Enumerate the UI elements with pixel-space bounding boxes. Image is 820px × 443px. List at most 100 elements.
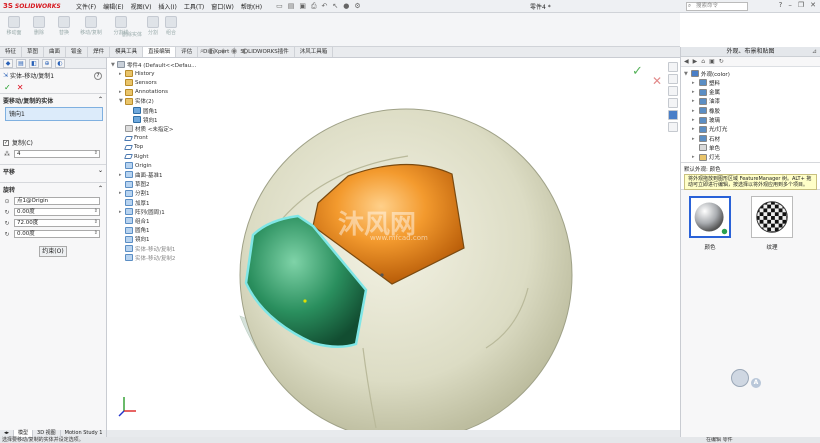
section-header[interactable]: 旋转 ⌃: [3, 185, 103, 194]
y-rotation-field[interactable]: 72.00度 ⇕: [14, 219, 100, 227]
options-icon[interactable]: ⚙: [354, 2, 360, 11]
section-view-icon[interactable]: ◧: [209, 47, 216, 56]
tab-sketch[interactable]: 草图: [22, 47, 45, 57]
tree-node[interactable]: 材质 <未指定>: [119, 124, 173, 133]
tab-weldments[interactable]: 焊件: [88, 47, 111, 57]
tree-node[interactable]: ▼ 零件4 (Default<<Defau...: [111, 60, 196, 69]
appearance-folder[interactable]: ▸ 灯光: [692, 153, 720, 162]
select-icon[interactable]: ↖: [332, 2, 338, 11]
appearance-folder[interactable]: 单色: [692, 143, 720, 152]
tab-evaluate[interactable]: 评估: [176, 47, 199, 57]
tree-node[interactable]: 组合1: [119, 216, 150, 225]
tree-node[interactable]: 实体-移动/复制2: [119, 253, 175, 262]
help-icon[interactable]: ?: [94, 72, 102, 80]
display-style-icon[interactable]: ◉: [231, 47, 237, 56]
spinner-icon[interactable]: ⇕: [94, 150, 98, 156]
tree-node[interactable]: Sensors: [119, 78, 157, 87]
tab-features[interactable]: 特征: [0, 47, 23, 57]
pin-icon[interactable]: ⊿: [812, 47, 817, 56]
tab-model[interactable]: 模型: [14, 430, 34, 437]
ok-button[interactable]: ✓: [4, 83, 11, 92]
menu-help[interactable]: 帮助(H): [241, 2, 262, 11]
expand-arrow-icon[interactable]: ▸: [692, 98, 697, 104]
help-icon[interactable]: ?: [779, 1, 783, 9]
tree-node[interactable]: ▸ 曲面-基准1: [119, 170, 162, 179]
expand-arrow-icon[interactable]: ▼: [684, 71, 689, 77]
section-header[interactable]: 平移 ⌄: [3, 167, 103, 176]
tab-mufeng-toolbox[interactable]: 沐风工具箱: [295, 47, 334, 57]
appearance-folder[interactable]: ▸ 塑料: [692, 78, 720, 87]
cmd-delete[interactable]: 删除: [28, 16, 50, 36]
x-rotation-field[interactable]: 0.00度 ⇕: [14, 208, 100, 216]
save-icon[interactable]: ▣: [299, 2, 306, 11]
tree-node[interactable]: ▼ 实体(2): [119, 97, 154, 106]
tree-node[interactable]: ▸ History: [119, 69, 155, 78]
zoom-fit-icon[interactable]: ⌕: [200, 47, 204, 56]
home-icon[interactable]: ⌂: [701, 58, 705, 65]
expand-arrow-icon[interactable]: ▸: [692, 80, 697, 86]
forward-icon[interactable]: ▶: [693, 58, 698, 65]
collapse-icon[interactable]: ⌃: [98, 96, 103, 105]
confirm-corner-cancel-icon[interactable]: ✕: [652, 74, 662, 88]
expand-arrow-icon[interactable]: ▸: [692, 136, 697, 142]
search-input[interactable]: ⌕ 搜索命令: [686, 2, 748, 11]
view-orientation-icon[interactable]: ◈: [221, 47, 226, 56]
appearance-folder[interactable]: ▸ 油漆: [692, 97, 720, 106]
swatch-texture[interactable]: 纹理: [751, 196, 793, 251]
tab-direct-editing[interactable]: 直接编辑: [143, 47, 177, 57]
print-icon[interactable]: ⎙: [311, 2, 317, 11]
copy-checkbox[interactable]: ✓: [3, 139, 9, 146]
configuration-manager-tab-icon[interactable]: ◧: [29, 59, 39, 68]
cmd-replace[interactable]: 替换: [53, 16, 75, 36]
expand-arrow-icon[interactable]: ▸: [692, 108, 697, 114]
cmd-delete-body[interactable]: 删除实体: [121, 31, 143, 38]
rotate-reference-field[interactable]: 点1@Origin: [14, 197, 100, 205]
menu-insert[interactable]: 插入(I): [158, 2, 176, 11]
add-folder-icon[interactable]: ▣: [709, 58, 715, 65]
section-header[interactable]: 要移动/复制的实体 ⌃: [3, 96, 103, 105]
expand-arrow-icon[interactable]: ▸: [692, 154, 697, 160]
view-palette-tab-icon[interactable]: [668, 98, 678, 108]
expand-arrow-icon[interactable]: ▸: [692, 89, 697, 95]
cancel-button[interactable]: ✕: [17, 83, 24, 92]
swatch-color[interactable]: 颜色: [689, 196, 731, 251]
spinner-icon[interactable]: ⇕: [94, 219, 98, 225]
expand-arrow-icon[interactable]: ▸: [692, 126, 697, 132]
tree-node[interactable]: Top: [119, 143, 143, 152]
constraints-button[interactable]: 约束(O): [39, 246, 67, 257]
menu-file[interactable]: 文件(F): [76, 2, 96, 11]
feature-manager-tab-icon[interactable]: ◆: [3, 59, 13, 68]
menu-edit[interactable]: 编辑(E): [103, 2, 123, 11]
expand-arrow-icon[interactable]: ▸: [692, 117, 697, 123]
resources-tab-icon[interactable]: [668, 62, 678, 72]
appearance-folder[interactable]: ▼ 外观(color): [684, 69, 730, 78]
tab-surfaces[interactable]: 曲面: [44, 47, 67, 57]
undo-icon[interactable]: ↶: [322, 2, 328, 11]
appearance-folder[interactable]: ▸ 橡胶: [692, 106, 720, 115]
spinner-icon[interactable]: ⇕: [94, 230, 98, 236]
property-manager-tab-icon[interactable]: ▤: [16, 59, 26, 68]
open-icon[interactable]: ▤: [288, 2, 295, 11]
file-explorer-tab-icon[interactable]: [668, 86, 678, 96]
back-icon[interactable]: ◀: [684, 58, 689, 65]
cmd-move-face[interactable]: 移动面: [3, 16, 25, 36]
design-library-tab-icon[interactable]: [668, 74, 678, 84]
cmd-move-copy[interactable]: 移动/复制: [80, 16, 102, 36]
appearance-folder[interactable]: ▸ 光/灯光: [692, 125, 727, 134]
tree-node[interactable]: 镜向1: [119, 235, 150, 244]
z-rotation-field[interactable]: 0.00度 ⇕: [14, 230, 100, 238]
user-avatar[interactable]: [731, 369, 749, 387]
tree-node[interactable]: ▸ Annotations: [119, 88, 168, 97]
tab-sheet-metal[interactable]: 钣金: [66, 47, 89, 57]
new-document-icon[interactable]: ▭: [276, 2, 283, 11]
cmd-combine[interactable]: 组合: [160, 16, 182, 36]
appearance-folder[interactable]: ▸ 石材: [692, 134, 720, 143]
collapse-icon[interactable]: ⌃: [98, 185, 103, 194]
menu-window[interactable]: 窗口(W): [211, 2, 234, 11]
refresh-icon[interactable]: ↻: [719, 58, 724, 65]
tree-node[interactable]: 圆角1: [127, 106, 158, 115]
tree-node[interactable]: Front: [119, 134, 148, 143]
tree-node[interactable]: ▸ 阵列(圆周)1: [119, 207, 165, 216]
confirm-corner-ok-icon[interactable]: ✓: [632, 64, 643, 79]
tree-node[interactable]: 加厚1: [119, 198, 150, 207]
